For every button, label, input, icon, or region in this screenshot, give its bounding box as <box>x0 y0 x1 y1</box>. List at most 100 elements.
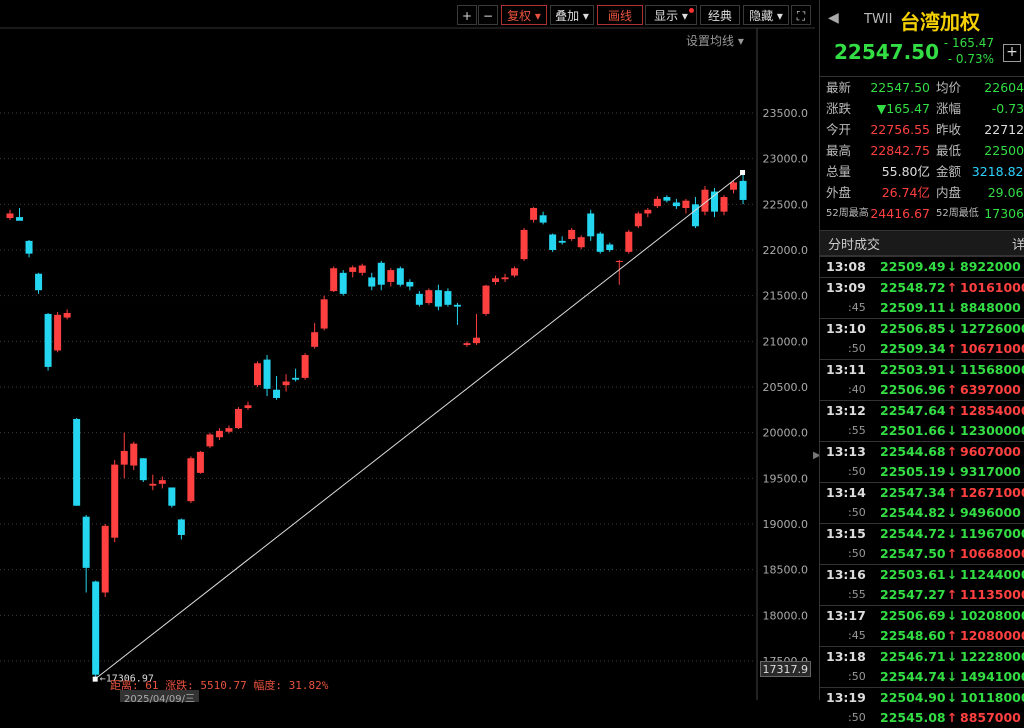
ma-setting-dropdown[interactable]: 设置均线 ▾ <box>686 32 744 49</box>
trade-volume: 9496000 <box>960 505 1021 520</box>
candle-body <box>158 480 166 484</box>
quote-row: 最新 22547.50 均价 22604.9 <box>820 77 1024 98</box>
quote-label: 内盘 <box>936 185 962 200</box>
candlestick-chart-area[interactable]: 23500.0 23000.0 22500.0 22000.0 21500.0 21000… <box>0 0 821 705</box>
tick-trade-row: :55 22501.66 ↓ 12300000 <box>820 421 1024 441</box>
tick-trades-detail-link[interactable]: 详 <box>1012 234 1024 253</box>
candle-body <box>63 313 71 318</box>
trade-price: 22509.11 <box>880 300 946 315</box>
trade-volume: 12726000 <box>960 321 1024 336</box>
candle-body <box>177 519 185 535</box>
trade-price: 22501.66 <box>880 423 946 438</box>
quote-panel: ◀ TWII 台湾加权 22547.50 - 165.47 - 0.73% + … <box>819 0 1024 725</box>
trade-price: 22503.61 <box>880 567 946 582</box>
trade-volume: 11244000 <box>960 567 1024 582</box>
price-tick-label: 23500.0 <box>763 107 809 120</box>
back-arrow-icon[interactable]: ◀ <box>828 10 839 26</box>
candle-body <box>273 389 281 398</box>
quote-value: 22842.75 <box>870 143 930 158</box>
display-button[interactable]: 显示 ▾ <box>645 5 697 25</box>
arrow-down-icon: ↓ <box>946 321 958 336</box>
trade-volume: 12228000 <box>960 649 1024 664</box>
tick-trade-row: :50 22547.50 ↑ 10668000 <box>820 544 1024 564</box>
zoom-in-button[interactable]: + <box>457 5 477 25</box>
tick-trades-list: 13:08 22509.49 ↓ 8922000 13:09 22548.72 ↑ 10161… <box>820 256 1024 728</box>
overlay-button[interactable]: 叠加 ▾ <box>550 5 594 25</box>
candle-body <box>311 332 319 347</box>
candle-body <box>511 268 519 276</box>
dropdown-caret-icon: ▾ <box>582 9 589 23</box>
candle-body <box>415 293 423 305</box>
trade-volume: 11967000 <box>960 526 1024 541</box>
trade-time: :55 <box>848 588 866 601</box>
candle-body <box>672 202 680 207</box>
quote-row: 52周最高24416.6752周最低17306.9 <box>820 203 1024 224</box>
price-tick-label: 21500.0 <box>763 290 809 303</box>
tick-trade-row: 13:11 22503.91 ↓ 11568000 <box>820 359 1024 380</box>
candlestick-chart[interactable]: 23500.0 23000.0 22500.0 22000.0 21500.0 21000… <box>0 0 815 700</box>
trade-price: 22509.34 <box>880 341 946 356</box>
tick-trade-row: :45 22509.11 ↓ 8848000 <box>820 298 1024 318</box>
quote-label: 最新 <box>826 80 852 95</box>
tick-trade-row: 13:13 22544.68 ↑ 9607000 <box>820 441 1024 462</box>
draw-line-button[interactable]: 画线 <box>597 5 643 25</box>
notification-dot-icon <box>689 8 694 13</box>
price-tick-label: 23000.0 <box>763 153 809 166</box>
trade-time: 13:18 <box>826 649 866 664</box>
trade-time: 13:11 <box>826 362 866 377</box>
classic-button[interactable]: 经典 <box>700 5 740 25</box>
zoom-out-button[interactable]: − <box>478 5 498 25</box>
candle-body <box>596 233 604 252</box>
trade-price: 22548.60 <box>880 628 946 643</box>
trade-volume: 12300000 <box>960 423 1024 438</box>
panel-header: ◀ TWII 台湾加权 <box>820 0 1024 40</box>
arrow-up-icon: ↑ <box>946 485 958 500</box>
date-tooltip: 2025/04/09/三 <box>120 690 200 705</box>
restore-rights-button[interactable]: 复权 ▾ <box>501 5 547 25</box>
candle-body <box>254 363 262 386</box>
candle-body <box>377 262 385 285</box>
trade-price: 22503.91 <box>880 362 946 377</box>
price-tick-label: 21000.0 <box>763 335 809 348</box>
candle-body <box>387 270 395 282</box>
candle-body <box>577 237 585 248</box>
candle-body <box>710 191 718 212</box>
candle-body <box>196 451 204 473</box>
candle-body <box>25 240 33 254</box>
trade-volume: 9317000 <box>960 464 1021 479</box>
quote-value: 22547.50 <box>870 80 930 95</box>
trade-price: 22544.82 <box>880 505 946 520</box>
candle-body <box>482 285 490 314</box>
arrow-down-icon: ↓ <box>946 567 958 582</box>
arrow-up-icon: ↑ <box>946 628 958 643</box>
arrow-down-icon: ↓ <box>946 362 958 377</box>
add-watchlist-button[interactable]: + <box>1003 44 1021 62</box>
trade-volume: 10118000 <box>960 690 1024 705</box>
trade-time: :50 <box>848 342 866 355</box>
hide-button[interactable]: 隐藏 ▾ <box>743 5 789 25</box>
quote-label: 昨收 <box>936 122 962 137</box>
trade-price: 22504.90 <box>880 690 946 705</box>
candle-body <box>168 487 176 506</box>
trade-time: 13:10 <box>826 321 866 336</box>
trade-time: 13:14 <box>826 485 866 500</box>
quote-row: 今开 22756.55 昨收 22712.9 <box>820 119 1024 140</box>
trade-volume: 12080000 <box>960 628 1024 643</box>
fullscreen-icon[interactable]: ⛶ <box>791 5 811 25</box>
trade-price: 22546.71 <box>880 649 946 664</box>
candle-body <box>130 443 138 466</box>
tick-trades-header: 分时成交 详 <box>820 230 1024 256</box>
candle-body <box>434 290 442 307</box>
trade-time: :50 <box>848 711 866 724</box>
trade-time: :45 <box>848 629 866 642</box>
index-name: 台湾加权 <box>900 10 980 34</box>
trade-price: 22544.74 <box>880 669 946 684</box>
trade-time: 13:12 <box>826 403 866 418</box>
arrow-down-icon: ↓ <box>946 690 958 705</box>
candle-body <box>730 182 738 190</box>
candle-body <box>301 355 309 378</box>
tick-trade-row: :50 22545.08 ↑ 8857000 <box>820 708 1024 728</box>
candle-body <box>16 217 24 221</box>
arrow-down-icon: ↓ <box>946 649 958 664</box>
candle-body <box>530 207 538 220</box>
